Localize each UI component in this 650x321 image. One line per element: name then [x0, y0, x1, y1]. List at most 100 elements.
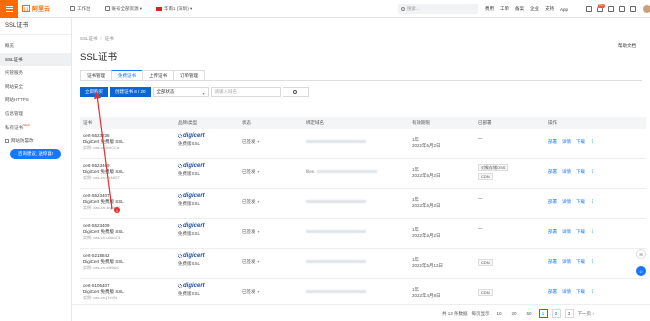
more-icon[interactable]: ⋮	[590, 139, 595, 145]
digicert-logo: digicert	[178, 253, 205, 259]
global-search-input[interactable]: 搜索...	[398, 4, 478, 14]
menu-icon[interactable]	[0, 0, 18, 18]
sidebar-item-managed-service[interactable]: 托管服务	[0, 66, 71, 80]
feedback-button[interactable]: 咨询建议, 送惊喜!	[10, 149, 61, 159]
top-link-icp[interactable]: 备案	[515, 6, 524, 12]
status-label: 已签发 ▾	[242, 169, 260, 174]
cert-type: 免费版SSL	[178, 141, 201, 146]
col-validity: 有效期限	[412, 120, 430, 125]
download-link[interactable]: 下载	[576, 199, 585, 205]
details-link[interactable]: 详情	[562, 229, 571, 235]
cart-icon[interactable]	[608, 6, 614, 12]
col-brand: 品牌/类型	[178, 120, 198, 125]
page-1[interactable]: 1	[538, 309, 548, 318]
cert-instance: 实例: cas-cn-j7sVN	[83, 295, 118, 300]
sidebar-item-private-cert[interactable]: 私有证书 NEW	[0, 121, 71, 135]
account-selector[interactable]: 账号全部资源 ▾	[104, 6, 142, 12]
chat-icon[interactable]: ✉	[636, 249, 646, 259]
top-link-ticket[interactable]: 工单	[500, 6, 509, 12]
more-icon[interactable]: ⋮	[590, 289, 595, 295]
aliyun-logo[interactable]: [-] 阿里云	[22, 4, 50, 13]
details-link[interactable]: 详情	[562, 199, 571, 205]
more-icon[interactable]: ⋮	[590, 199, 595, 205]
chevron-down-icon: ▾	[202, 91, 205, 96]
page-size-50[interactable]: 50	[524, 311, 535, 316]
search-icon	[293, 90, 298, 94]
details-link[interactable]: 详情	[562, 289, 571, 295]
more-icon[interactable]: ⋮	[590, 169, 595, 175]
domain-search-input[interactable]: 请输入域名	[210, 87, 281, 97]
search-button[interactable]	[282, 87, 309, 97]
bound-domain	[306, 289, 366, 294]
language-icon[interactable]	[630, 6, 636, 12]
page-3[interactable]: 3	[564, 309, 574, 318]
deploy-link[interactable]: 部署	[548, 229, 557, 235]
resource-icon	[104, 6, 110, 11]
top-link-enterprise[interactable]: 企业	[530, 6, 539, 12]
cert-instance: 实例: cas-cn-rfzNlGT	[83, 175, 121, 180]
details-link[interactable]: 详情	[562, 139, 571, 145]
sidebar-item-website-security[interactable]: 网站安全	[0, 80, 71, 94]
top-link-fees[interactable]: 费用	[485, 6, 494, 12]
page-size-10[interactable]: 10	[494, 311, 505, 316]
validity: 1年 2022年6月2日	[412, 137, 441, 148]
download-link[interactable]: 下载	[576, 229, 585, 235]
sidebar-title: SSL证书	[0, 18, 71, 35]
more-icon[interactable]: ⋮	[590, 229, 595, 235]
terminal-icon[interactable]	[586, 6, 592, 12]
col-actions: 操作	[548, 120, 557, 125]
digicert-logo: digicert	[178, 133, 205, 139]
sidebar: SSL证书 概览 SSL证书 托管服务 网站安全 网站HTTPS 信息管理 私有…	[0, 18, 72, 321]
page-title: SSL证书	[80, 52, 117, 63]
help-doc-link[interactable]: 帮助文档	[618, 43, 636, 49]
row-actions: 部署 详情 下载 ⋮	[548, 229, 595, 235]
page-size-20[interactable]: 20	[509, 311, 520, 316]
sidebar-item-website-https[interactable]: 网站HTTPS	[0, 93, 71, 107]
deployed-products: 对象存储OSS CDN	[478, 164, 509, 182]
table-row: cert-5218842 DigiCert 免费版 SSL 实例: cas-cn-s…	[80, 249, 646, 279]
sidebar-item-overview[interactable]: 概览	[0, 39, 71, 53]
details-link[interactable]: 详情	[562, 259, 571, 265]
download-link[interactable]: 下载	[576, 259, 585, 265]
deploy-link[interactable]: 部署	[548, 199, 557, 205]
pagination-bar: 共 13 条数据 每页显示 10 20 50 1 2 3 下一页 ›	[72, 304, 650, 321]
page-size-label: 每页显示	[471, 310, 490, 316]
deploy-link[interactable]: 部署	[548, 139, 557, 145]
bell-icon[interactable]: 99+	[597, 3, 605, 12]
col-cert: 证书	[83, 120, 92, 125]
more-icon[interactable]: ⋮	[590, 259, 595, 265]
create-cert-button[interactable]: 创建证书 8 / 20	[110, 87, 151, 97]
breadcrumb-item[interactable]: SSL证书	[80, 36, 98, 41]
cert-type: 免费版SSL	[178, 261, 201, 266]
download-link[interactable]: 下载	[576, 169, 585, 175]
status-label: 已签发 ▾	[242, 289, 260, 294]
status-label: 已签发 ▾	[242, 199, 260, 204]
top-link-support[interactable]: 支持	[545, 6, 554, 12]
download-link[interactable]: 下载	[576, 139, 585, 145]
next-page-button[interactable]: 下一页 ›	[578, 311, 594, 317]
deploy-link[interactable]: 部署	[548, 259, 557, 265]
annotation-marker: 1	[114, 207, 120, 213]
workbench-link[interactable]: 工作台	[70, 6, 91, 12]
region-selector[interactable]: 华南1 (深圳) ▾	[156, 6, 192, 12]
col-status[interactable]: 状态	[242, 117, 251, 129]
page-2[interactable]: 2	[551, 309, 561, 318]
assistant-icon[interactable]: ☺	[636, 266, 646, 276]
home-icon	[70, 6, 76, 11]
help-icon[interactable]	[619, 6, 625, 12]
download-link[interactable]: 下载	[576, 289, 585, 295]
china-flag-icon	[156, 6, 163, 11]
col-domain: 绑定域名	[306, 120, 324, 125]
buy-now-button[interactable]: 立即购买	[80, 87, 108, 97]
deploy-link[interactable]: 部署	[548, 169, 557, 175]
top-link-app[interactable]: App	[560, 7, 568, 12]
sidebar-item-tamper-protection[interactable]: 网站防篡改	[0, 134, 71, 148]
sidebar-item-ssl-cert[interactable]: SSL证书	[0, 52, 71, 67]
details-link[interactable]: 详情	[562, 169, 571, 175]
status-filter-select[interactable]: 全部状态 ▾	[152, 87, 209, 97]
top-links: 费用 工单 备案 企业 支持 App	[485, 0, 568, 18]
deploy-link[interactable]: 部署	[548, 289, 557, 295]
avatar[interactable]	[643, 5, 650, 13]
row-actions: 部署 详情 下载 ⋮	[548, 199, 595, 205]
sidebar-item-info-management[interactable]: 信息管理	[0, 107, 71, 121]
